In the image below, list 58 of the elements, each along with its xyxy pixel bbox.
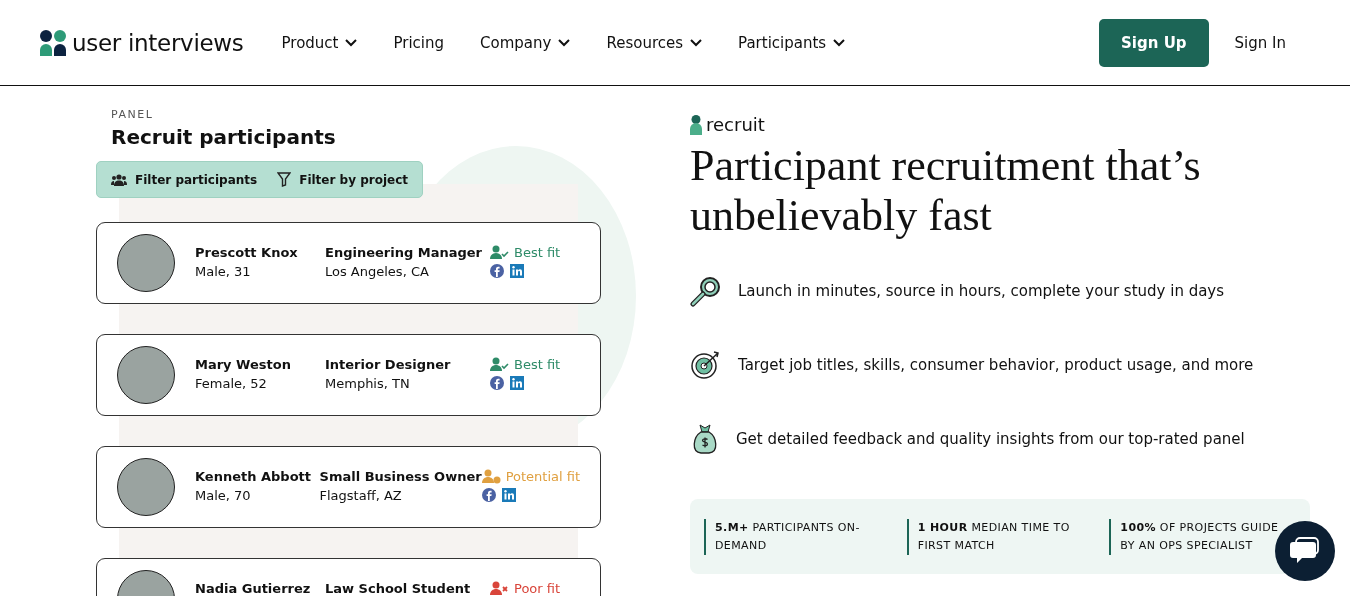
fit-status: Best fit — [490, 245, 561, 260]
nav-menu-item[interactable]: Pricing — [393, 33, 445, 52]
product-tag: recruit — [706, 114, 765, 135]
sign-up-button[interactable]: Sign Up — [1099, 18, 1209, 67]
person-status-icon — [490, 357, 509, 372]
person-status-icon — [490, 245, 509, 260]
chevron-down-icon — [558, 38, 571, 47]
participant-name: Mary Weston — [195, 357, 292, 372]
filter-button[interactable]: Filter by project — [277, 172, 409, 187]
nav-menu-item[interactable]: Participants — [738, 33, 846, 52]
funnel-icon — [277, 172, 292, 187]
panel-eyebrow: PANEL — [111, 108, 155, 121]
person-status-icon — [481, 469, 501, 484]
chevron-down-icon — [690, 38, 702, 47]
people-icon — [111, 173, 127, 186]
participant-details: Female, 52 — [195, 376, 268, 391]
linkedin-icon[interactable] — [510, 264, 524, 278]
linkedin-icon[interactable] — [510, 376, 524, 390]
participant-name: Nadia Gutierrez — [195, 581, 312, 596]
chevron-down-icon — [345, 38, 358, 47]
participant-location: Memphis, TN — [325, 376, 411, 391]
filter-button[interactable]: Filter participants — [111, 172, 258, 187]
participant-location: Los Angeles, CA — [325, 264, 430, 279]
target-icon — [690, 349, 722, 381]
facebook-icon[interactable] — [490, 264, 504, 278]
participant-name: Prescott Knox — [195, 245, 299, 260]
nav-menu-item[interactable]: Company — [480, 33, 571, 52]
participant-job: Law School Student — [325, 581, 472, 596]
participant-job: Small Business Owner — [319, 469, 482, 484]
person-status-icon — [490, 581, 509, 596]
participant-details: Male, 70 — [195, 488, 252, 503]
participant-location: Flagstaff, AZ — [319, 488, 403, 503]
participant-job: Engineering Manager — [325, 245, 483, 260]
facebook-icon[interactable] — [490, 376, 504, 390]
hero-heading: Participant recruitment that’s unbelievably fast — [690, 141, 1202, 241]
linkedin-icon[interactable] — [501, 488, 516, 502]
sign-in-link[interactable]: Sign In — [1234, 33, 1286, 52]
panel-title: Recruit participants — [111, 125, 337, 149]
fit-status: Best fit — [490, 357, 561, 372]
person-icon — [690, 114, 702, 135]
chat-bubble-icon — [1290, 537, 1320, 565]
nav-menu-item[interactable]: Product — [281, 33, 358, 52]
feature-text: Launch in minutes, source in hours, complete your study in days — [738, 282, 1225, 300]
fit-status: Poor fit — [490, 581, 561, 596]
feature-text: Target job titles, skills, consumer behavior, product usage, and more — [738, 356, 1254, 374]
logo-text[interactable]: user interviews — [72, 29, 244, 56]
logo-icon[interactable] — [40, 29, 66, 56]
participant-job: Interior Designer — [325, 357, 452, 372]
feature-text: Get detailed feedback and quality insights from our top-rated panel — [736, 430, 1245, 448]
participant-details: Male, 31 — [195, 264, 252, 279]
chevron-down-icon — [833, 38, 846, 47]
stat-text: 1 HOUR MEDIAN TIME TO FIRST MATCH — [906, 518, 1094, 555]
nav-menu-item[interactable]: Resources — [606, 33, 702, 52]
magnifier-icon — [690, 275, 722, 307]
stat-text: 5.M+ PARTICIPANTS ON-DEMAND — [704, 518, 891, 555]
participant-name: Kenneth Abbott — [195, 469, 313, 484]
facebook-icon[interactable] — [481, 488, 496, 502]
fit-status: Potential fit — [481, 469, 580, 484]
